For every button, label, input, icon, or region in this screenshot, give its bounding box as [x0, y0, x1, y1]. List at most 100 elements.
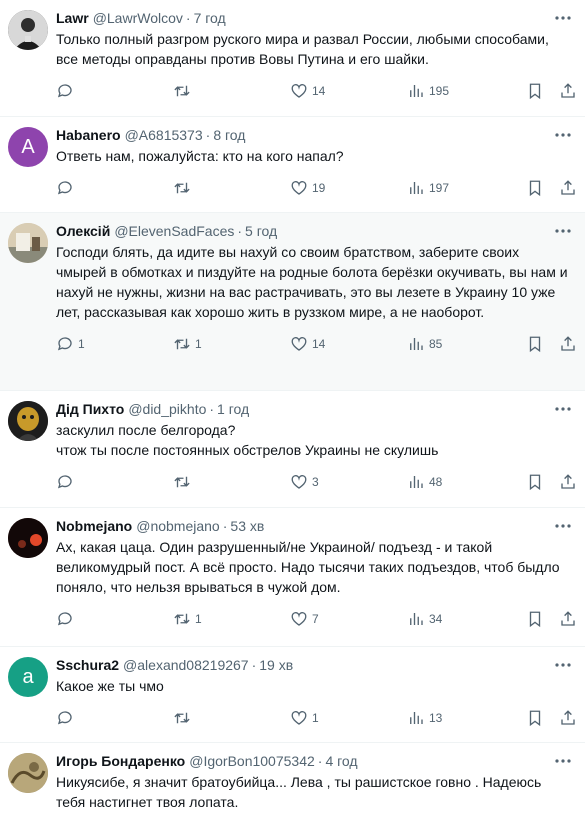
retweet-button[interactable]	[173, 178, 195, 198]
view-count: 197	[429, 181, 450, 195]
bookmark-button[interactable]	[526, 609, 544, 629]
reply-icon	[57, 181, 72, 195]
display-name[interactable]: Nobmejano	[56, 518, 132, 534]
more-options-button[interactable]	[553, 125, 573, 145]
user-handle[interactable]: @IgorBon10075342	[189, 753, 315, 769]
reply-button[interactable]	[56, 81, 78, 101]
like-button[interactable]: 14	[290, 81, 325, 101]
reply-feed: Lawr @LawrWolcov · 7 год Только полный р…	[0, 0, 585, 832]
avatar[interactable]: a	[8, 657, 48, 697]
bookmark-button[interactable]	[526, 708, 544, 728]
display-name[interactable]: Дід Пихто	[56, 401, 124, 417]
reply-tweet[interactable]: Nobmejano @nobmejano · 53 хв Ах, какая ц…	[0, 508, 585, 647]
bookmark-button[interactable]	[526, 334, 544, 354]
user-handle[interactable]: @did_pikhto	[128, 401, 206, 417]
bookmark-button[interactable]	[526, 81, 544, 101]
reply-tweet[interactable]: A Habanero @A6815373 · 8 год Ответь нам,…	[0, 117, 585, 213]
retweet-icon	[174, 613, 190, 625]
share-button[interactable]	[559, 609, 577, 629]
share-button[interactable]	[559, 472, 577, 492]
more-options-button[interactable]	[553, 516, 573, 536]
timestamp[interactable]: 8 год	[213, 127, 245, 143]
views-button[interactable]: 48	[407, 472, 442, 492]
share-button[interactable]	[559, 178, 577, 198]
avatar[interactable]	[8, 518, 48, 558]
tweet-header: Nobmejano @nobmejano · 53 хв	[56, 516, 573, 536]
user-handle[interactable]: @A6815373	[125, 127, 203, 143]
more-icon	[555, 229, 571, 233]
timestamp[interactable]: 1 год	[217, 401, 249, 417]
display-name[interactable]: Habanero	[56, 127, 121, 143]
bookmark-button[interactable]	[526, 472, 544, 492]
like-button[interactable]: 19	[290, 178, 325, 198]
like-count: 14	[312, 337, 326, 351]
more-options-button[interactable]	[553, 399, 573, 419]
user-handle[interactable]: @LawrWolcov	[93, 10, 183, 26]
share-icon	[561, 710, 575, 725]
reply-button[interactable]	[56, 472, 78, 492]
separator-dot: ·	[317, 753, 323, 769]
share-button[interactable]	[559, 334, 577, 354]
display-name[interactable]: Sschura2	[56, 657, 119, 673]
reply-button[interactable]	[56, 178, 78, 198]
retweet-button[interactable]	[173, 472, 195, 492]
more-options-button[interactable]	[553, 221, 573, 241]
reply-button[interactable]	[56, 708, 78, 728]
avatar[interactable]: A	[8, 127, 48, 167]
like-button[interactable]: 3	[290, 472, 319, 492]
user-handle[interactable]: @alexand08219267	[123, 657, 249, 673]
views-button[interactable]: 34	[407, 609, 442, 629]
timestamp[interactable]: 5 год	[245, 223, 277, 239]
reply-button[interactable]: 1	[56, 334, 85, 354]
timestamp[interactable]: 4 год	[325, 753, 357, 769]
like-count: 19	[312, 181, 326, 195]
reply-tweet[interactable]: a Sschura2 @alexand08219267 · 19 хв Како…	[0, 647, 585, 743]
views-button[interactable]: 85	[407, 334, 442, 354]
reply-tweet[interactable]: Дід Пихто @did_pikhto · 1 год заскулил п…	[0, 391, 585, 508]
bookmark-button[interactable]	[526, 178, 544, 198]
like-button[interactable]: 7	[290, 609, 319, 629]
user-handle[interactable]: @ElevenSadFaces	[114, 223, 234, 239]
views-button[interactable]: 195	[407, 81, 449, 101]
timestamp[interactable]: 19 хв	[259, 657, 293, 673]
views-button[interactable]: 197	[407, 178, 449, 198]
display-name[interactable]: Lawr	[56, 10, 89, 26]
avatar[interactable]	[8, 753, 48, 793]
avatar[interactable]	[8, 10, 48, 50]
reply-tweet[interactable]: Игорь Бондаренко @IgorBon10075342 · 4 го…	[0, 743, 585, 832]
avatar[interactable]	[8, 401, 48, 441]
timestamp[interactable]: 7 год	[194, 10, 226, 26]
timestamp[interactable]: 53 хв	[230, 518, 264, 534]
views-icon	[410, 712, 423, 724]
share-button[interactable]	[559, 81, 577, 101]
views-icon	[410, 338, 423, 350]
more-options-button[interactable]	[553, 8, 573, 28]
reply-icon	[57, 337, 72, 351]
retweet-button[interactable]	[173, 81, 195, 101]
share-button[interactable]	[559, 708, 577, 728]
reply-tweet[interactable]: Lawr @LawrWolcov · 7 год Только полный р…	[0, 0, 585, 117]
more-icon	[555, 16, 571, 20]
reply-button[interactable]	[56, 609, 78, 629]
retweet-button[interactable]: 1	[173, 609, 202, 629]
retweet-button[interactable]	[173, 708, 195, 728]
display-name[interactable]: Олексій	[56, 223, 110, 239]
views-button[interactable]: 13	[407, 708, 442, 728]
like-button[interactable]: 14	[290, 334, 325, 354]
share-icon	[561, 180, 575, 195]
display-name[interactable]: Игорь Бондаренко	[56, 753, 185, 769]
tweet-header: Дід Пихто @did_pikhto · 1 год	[56, 399, 573, 419]
more-options-button[interactable]	[553, 751, 573, 771]
like-button[interactable]: 1	[290, 708, 319, 728]
views-icon	[410, 613, 423, 625]
retweet-icon	[174, 85, 190, 97]
more-options-button[interactable]	[553, 655, 573, 675]
share-icon	[561, 474, 575, 489]
retweet-button[interactable]: 1	[173, 334, 202, 354]
separator-dot: ·	[237, 223, 243, 239]
user-handle[interactable]: @nobmejano	[136, 518, 220, 534]
retweet-icon	[174, 712, 190, 724]
avatar[interactable]	[8, 223, 48, 263]
reply-tweet[interactable]: Олексій @ElevenSadFaces · 5 год Господи …	[0, 213, 585, 391]
tweet-header: Lawr @LawrWolcov · 7 год	[56, 8, 573, 28]
